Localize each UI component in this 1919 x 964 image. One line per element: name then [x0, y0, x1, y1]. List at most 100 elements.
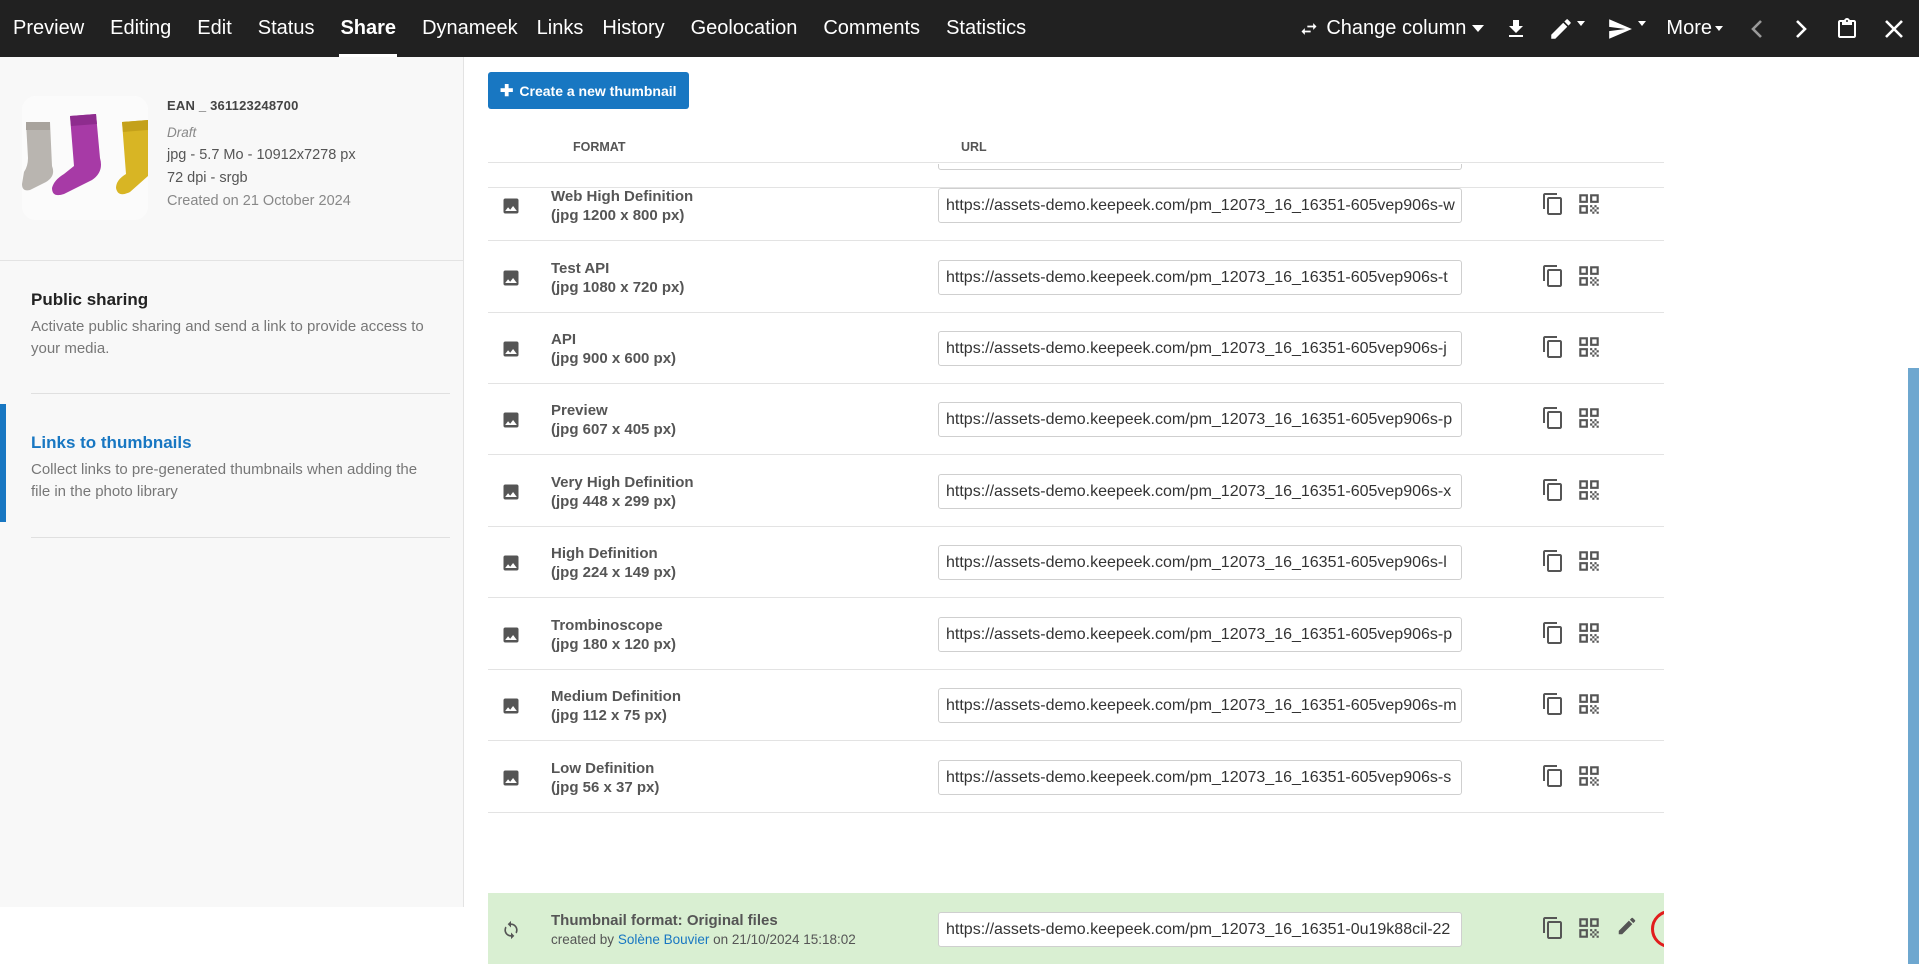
tab-preview[interactable]: Preview — [0, 0, 97, 57]
clipboard-button[interactable] — [1821, 0, 1873, 57]
format-dimensions: (jpg 900 x 600 px) — [551, 349, 676, 368]
image-icon — [501, 410, 521, 435]
format-cell: API(jpg 900 x 600 px) — [551, 330, 676, 368]
download-button[interactable] — [1494, 0, 1538, 57]
table-row: Trombinoscope(jpg 180 x 120 px) https://a… — [488, 598, 1664, 670]
asset-status: Draft — [167, 125, 356, 140]
create-thumbnail-button[interactable]: ✚ Create a new thumbnail — [488, 72, 689, 109]
asset-thumbnail[interactable] — [22, 96, 148, 220]
change-column-button[interactable]: Change column — [1288, 0, 1494, 57]
sidebar-item-public-sharing[interactable]: Public sharing Activate public sharing a… — [31, 290, 451, 360]
copy-icon[interactable] — [1541, 915, 1565, 946]
table-row: API(jpg 900 x 600 px) https://assets-demo… — [488, 312, 1664, 384]
url-field[interactable]: https://assets-demo.keepeek.com/pm_12073… — [938, 545, 1462, 580]
qr-code-icon[interactable] — [1576, 691, 1602, 722]
delete-trash-icon[interactable] — [1651, 910, 1664, 948]
tab-dynameek[interactable]: Dynameek — [409, 0, 531, 57]
format-dimensions: (jpg 448 x 299 px) — [551, 492, 694, 511]
tab-comments[interactable]: Comments — [810, 0, 933, 57]
previous-button[interactable] — [1733, 0, 1781, 57]
format-dimensions: (jpg 56 x 37 px) — [551, 778, 659, 797]
copy-icon[interactable] — [1541, 263, 1565, 294]
more-label: More — [1666, 17, 1712, 40]
copy-icon[interactable] — [1541, 691, 1565, 722]
table-row: Low Definition(jpg 56 x 37 px) https://as… — [488, 741, 1664, 813]
qr-code-icon[interactable] — [1576, 405, 1602, 436]
copy-icon[interactable] — [1541, 477, 1565, 508]
qr-code-icon[interactable] — [1576, 915, 1602, 946]
send-menu-button[interactable] — [1595, 0, 1656, 57]
qr-code-icon[interactable] — [1576, 548, 1602, 579]
tab-history[interactable]: History — [589, 0, 677, 57]
nav-actions: Change column More — [1288, 0, 1919, 57]
pencil-icon[interactable] — [1616, 915, 1638, 942]
image-icon — [501, 553, 521, 578]
format-name: High Definition — [551, 544, 676, 563]
send-icon — [1605, 16, 1635, 42]
format-cell: Preview(jpg 607 x 405 px) — [551, 401, 676, 439]
table-row: Very High Definition(jpg 448 x 299 px) ht… — [488, 455, 1664, 527]
qr-code-icon[interactable] — [1576, 477, 1602, 508]
copy-icon[interactable] — [1541, 548, 1565, 579]
qr-code-icon[interactable] — [1576, 763, 1602, 794]
url-field[interactable]: https://assets-demo.keepeek.com/pm_12073… — [938, 331, 1462, 366]
url-field[interactable]: https://assets-demo.keepeek.com/pm_12073… — [938, 260, 1462, 295]
sidebar-item-title: Links to thumbnails — [31, 433, 451, 453]
url-field[interactable]: https://assets-demo.keepeek.com/pm_12073… — [938, 760, 1462, 795]
tab-statistics[interactable]: Statistics — [933, 0, 1039, 57]
qr-code-icon[interactable] — [1576, 620, 1602, 651]
asset-side-panel: EAN _ 361123248700 Draft jpg - 5.7 Mo - … — [0, 57, 464, 907]
tab-share[interactable]: Share — [327, 0, 409, 57]
chevron-right-icon — [1793, 18, 1809, 40]
format-cell: Trombinoscope(jpg 180 x 120 px) — [551, 616, 676, 654]
format-dimensions: (jpg 607 x 405 px) — [551, 420, 676, 439]
url-field[interactable]: https://assets-demo.keepeek.com/pm_12073… — [938, 188, 1462, 223]
copy-icon[interactable] — [1541, 334, 1565, 365]
close-button[interactable] — [1873, 0, 1919, 57]
image-icon — [501, 625, 521, 650]
divider — [0, 260, 464, 261]
clipboard-icon — [1835, 15, 1859, 43]
table-row: High Definition(jpg 224 x 149 px) https:/… — [488, 526, 1664, 598]
created-suffix: on 21/10/2024 15:18:02 — [713, 932, 856, 947]
url-field[interactable]: https://assets-demo.keepeek.com/pm_12073… — [938, 402, 1462, 437]
format-dimensions: (jpg 224 x 149 px) — [551, 563, 676, 582]
format-cell: Very High Definition(jpg 448 x 299 px) — [551, 473, 694, 511]
tab-status[interactable]: Status — [245, 0, 328, 57]
format-cell: Web High Definition(jpg 1200 x 800 px) — [551, 187, 693, 225]
url-field[interactable]: https://assets-demo.keepeek.com/pm_12073… — [938, 912, 1462, 947]
url-field[interactable]: https://assets-demo.keepeek.com/pm_12073… — [938, 474, 1462, 509]
format-name: Web High Definition — [551, 187, 693, 206]
divider — [31, 537, 450, 538]
url-field[interactable]: https://assets-demo.keepeek.com/pm_12073… — [938, 688, 1462, 723]
qr-code-icon[interactable] — [1576, 191, 1602, 222]
url-field[interactable]: https://assets-demo.keepeek.com/pm_12073… — [938, 617, 1462, 652]
sidebar-item-description: Activate public sharing and send a link … — [31, 316, 431, 360]
plus-icon: ✚ — [500, 81, 513, 101]
sidebar-item-links-to-thumbnails[interactable]: Links to thumbnails Collect links to pre… — [31, 433, 451, 503]
copy-icon[interactable] — [1541, 620, 1565, 651]
more-menu-button[interactable]: More — [1656, 0, 1733, 57]
edit-menu-button[interactable] — [1538, 0, 1595, 57]
copy-icon[interactable] — [1541, 405, 1565, 436]
tab-editing[interactable]: Editing — [97, 0, 184, 57]
next-button[interactable] — [1781, 0, 1821, 57]
image-icon — [501, 482, 521, 507]
asset-title: EAN _ 361123248700 — [167, 98, 356, 113]
close-icon — [1883, 18, 1905, 40]
thumbnail-table: (jpg 3840 x 2561 px)https://assets-demo.… — [488, 164, 1664, 964]
chevron-down-icon — [1715, 26, 1723, 31]
qr-code-icon[interactable] — [1576, 263, 1602, 294]
copy-icon[interactable] — [1541, 763, 1565, 794]
qr-code-icon[interactable] — [1576, 334, 1602, 365]
author-link[interactable]: Solène Bouvier — [618, 932, 710, 947]
tab-geolocation[interactable]: Geolocation — [678, 0, 811, 57]
tab-edit[interactable]: Edit — [184, 0, 244, 57]
table-row: Web High Definition(jpg 1200 x 800 px) ht… — [488, 169, 1664, 241]
scrollbar[interactable] — [1908, 368, 1919, 964]
format-dimensions: (jpg 1200 x 800 px) — [551, 206, 693, 225]
table-row: Preview(jpg 607 x 405 px) https://assets-… — [488, 383, 1664, 455]
tab-links[interactable]: Links — [531, 0, 590, 57]
copy-icon[interactable] — [1541, 191, 1565, 222]
format-cell: Low Definition(jpg 56 x 37 px) — [551, 759, 659, 797]
